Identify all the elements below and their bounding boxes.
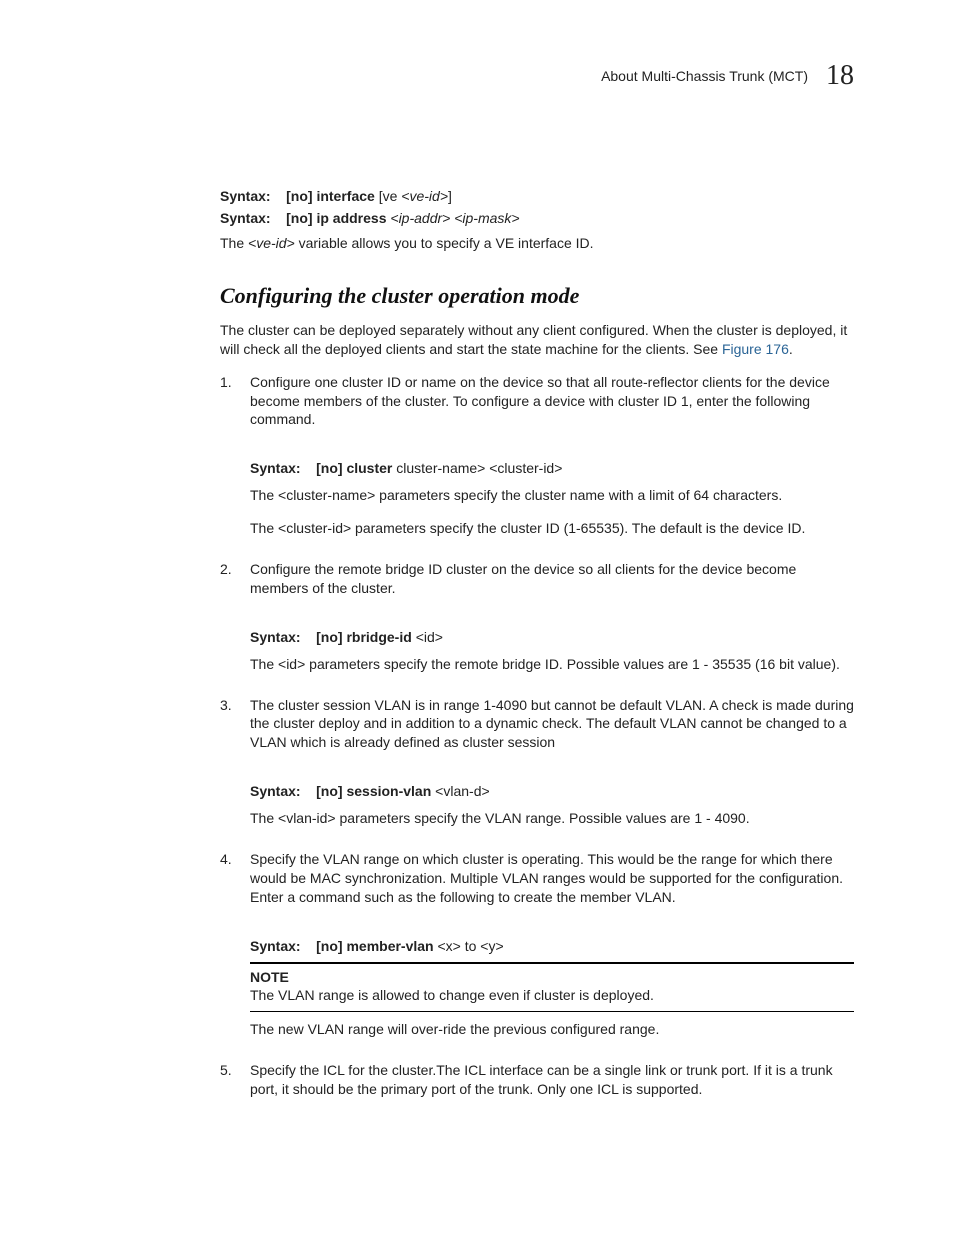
figure-link[interactable]: Figure 176 [722,341,789,357]
text: The [220,235,248,251]
syntax-label: Syntax: [250,938,301,954]
section-intro-para: The cluster can be deployed separately w… [220,321,854,359]
step-item: The cluster session VLAN is in range 1-4… [220,696,854,828]
note-title: NOTE [250,968,854,987]
syntax-line-interface: Syntax: [no] interface [ve <ve-id>] [220,188,854,204]
step-item: Configure one cluster ID or name on the … [220,373,854,538]
syntax-text: [ve [379,188,402,204]
syntax-command: [no] session-vlan [316,783,431,799]
section-title: Configuring the cluster operation mode [220,283,854,309]
syntax-label: Syntax: [250,460,301,476]
note-rule [250,1011,854,1012]
step-text: Specify the ICL for the cluster.The ICL … [250,1061,854,1099]
main-content: Syntax: [no] interface [ve <ve-id>] Synt… [220,188,854,1099]
step-sub-text: The <vlan-id> parameters specify the VLA… [250,809,854,828]
step-item: Specify the ICL for the cluster.The ICL … [220,1061,854,1099]
text: variable allows you to specify a VE inte… [295,235,594,251]
note-block: NOTE The VLAN range is allowed to change… [250,962,854,1013]
step-sub-text: The <cluster-name> parameters specify th… [250,486,854,505]
text-italic: <ve-id> [248,235,295,251]
syntax-arg: <vlan-d> [435,783,489,799]
syntax-arg: cluster-name> <cluster-id> [396,460,562,476]
text: . [789,341,793,357]
step-sub-text: The <cluster-id> parameters specify the … [250,519,854,538]
syntax-label: Syntax: [220,188,271,204]
intro-desc: The <ve-id> variable allows you to speci… [220,234,854,253]
note-body: The VLAN range is allowed to change even… [250,986,854,1005]
step-sub-text: The <id> parameters specify the remote b… [250,655,854,674]
step-text: The cluster session VLAN is in range 1-4… [250,696,854,753]
syntax-line-session-vlan: Syntax: [no] session-vlan <vlan-d> [250,782,854,801]
syntax-command: [no] member-vlan [316,938,433,954]
step-text: Configure the remote bridge ID cluster o… [250,560,854,598]
syntax-label: Syntax: [250,783,301,799]
syntax-line-rbridge: Syntax: [no] rbridge-id <id> [250,628,854,647]
step-sub-text: The new VLAN range will over-ride the pr… [250,1020,854,1039]
syntax-command: [no] ip address [286,210,386,226]
page-header: About Multi-Chassis Trunk (MCT) 18 [80,60,874,92]
syntax-line-member-vlan: Syntax: [no] member-vlan <x> to <y> [250,937,854,956]
syntax-command: [no] rbridge-id [316,629,412,645]
syntax-arg: <ip-addr> <ip-mask> [390,210,519,226]
steps-list: Configure one cluster ID or name on the … [220,373,854,1099]
syntax-command: [no] interface [286,188,375,204]
syntax-arg: <x> to <y> [438,938,504,954]
step-text: Configure one cluster ID or name on the … [250,373,854,430]
step-item: Configure the remote bridge ID cluster o… [220,560,854,674]
step-text: Specify the VLAN range on which cluster … [250,850,854,907]
step-item: Specify the VLAN range on which cluster … [220,850,854,1039]
syntax-text: ] [448,188,452,204]
syntax-line-ip: Syntax: [no] ip address <ip-addr> <ip-ma… [220,210,854,226]
header-title: About Multi-Chassis Trunk (MCT) [601,68,808,84]
syntax-label: Syntax: [220,210,271,226]
syntax-arg: <id> [416,629,443,645]
syntax-line-cluster: Syntax: [no] cluster cluster-name> <clus… [250,459,854,478]
syntax-command: [no] cluster [316,460,392,476]
syntax-arg: <ve-id> [401,188,448,204]
syntax-label: Syntax: [250,629,301,645]
chapter-number: 18 [826,60,854,92]
